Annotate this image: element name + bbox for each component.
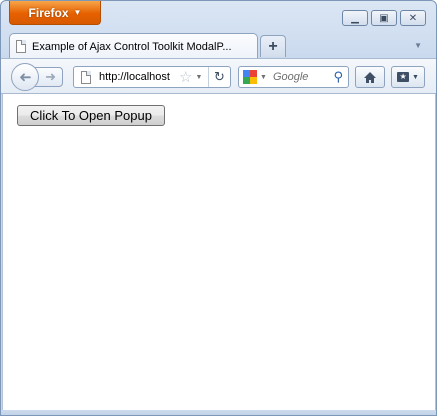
search-engine-dropdown-icon[interactable]: ▼	[260, 74, 267, 81]
back-button[interactable]: ➜	[11, 63, 39, 91]
bookmark-star-icon[interactable]: ☆	[179, 70, 192, 85]
tab-title: Example of Ajax Control Toolkit ModalP..…	[32, 40, 232, 53]
bookmarks-icon: ★	[397, 72, 410, 82]
close-button[interactable]: ✕	[400, 10, 426, 26]
reload-icon: ↻	[214, 69, 225, 85]
browser-window: Firefox ▼ ▁ ▣ ✕ Example of Ajax Control …	[0, 0, 437, 416]
chevron-down-icon: ▼	[412, 73, 419, 81]
tab-active[interactable]: Example of Ajax Control Toolkit ModalP..…	[9, 33, 258, 59]
home-button[interactable]	[355, 66, 385, 88]
home-icon	[364, 71, 376, 83]
minimize-button[interactable]: ▁	[342, 10, 368, 26]
window-bottom-border	[1, 410, 436, 415]
search-bar[interactable]: ▼ Google ⚲	[238, 66, 349, 88]
chevron-down-icon: ▼	[73, 8, 82, 17]
close-icon: ✕	[408, 12, 418, 24]
page-icon	[16, 40, 26, 53]
navigation-toolbar: ➜ ➜ http://localhost ☆ ▼ ↻ ▼ Google ⚲ ★ …	[1, 58, 436, 94]
arrow-right-icon: ➜	[45, 69, 56, 84]
site-identity-icon	[81, 70, 91, 84]
arrow-left-icon: ➜	[18, 69, 32, 86]
url-bar[interactable]: http://localhost ☆ ▼ ↻	[73, 66, 231, 88]
url-input[interactable]: http://localhost	[99, 71, 177, 83]
new-tab-button[interactable]: +	[260, 35, 286, 57]
list-all-tabs-button[interactable]: ▼	[414, 41, 422, 50]
minimize-icon: ▁	[351, 12, 359, 24]
history-dropdown-icon[interactable]: ▼	[195, 74, 202, 81]
plus-icon: +	[268, 37, 278, 55]
window-controls: ▁ ▣ ✕	[342, 10, 426, 26]
open-popup-button[interactable]: Click To Open Popup	[17, 105, 165, 126]
bookmarks-menu-button[interactable]: ★ ▼	[391, 66, 425, 88]
firefox-menu-button[interactable]: Firefox ▼	[9, 1, 101, 25]
chevron-down-icon: ▼	[414, 41, 422, 50]
restore-button[interactable]: ▣	[371, 10, 397, 26]
google-icon[interactable]	[243, 70, 257, 84]
reload-button[interactable]: ↻	[208, 67, 230, 87]
restore-icon: ▣	[379, 12, 389, 24]
firefox-button-label: Firefox	[28, 5, 69, 20]
page-content: Click To Open Popup	[2, 94, 436, 410]
search-input[interactable]: Google	[273, 71, 334, 83]
search-icon[interactable]: ⚲	[333, 70, 343, 85]
